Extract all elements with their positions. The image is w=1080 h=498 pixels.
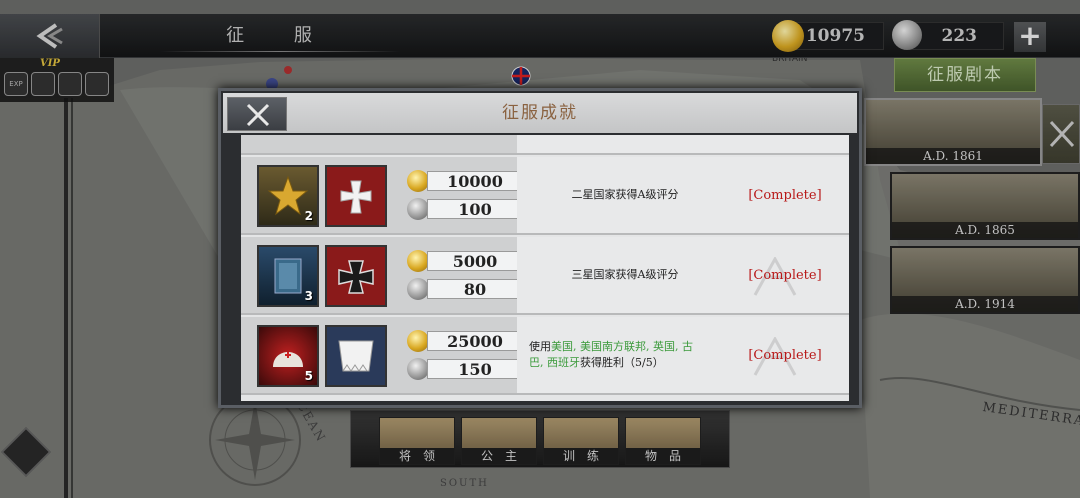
description-suffix: 获得胜利（5/5） — [580, 356, 664, 369]
close-icon — [246, 103, 270, 127]
achievement-description: 三星国家获得A级评分 — [571, 268, 679, 281]
achievement-row-partial — [241, 135, 849, 155]
item-count: 2 — [304, 209, 313, 223]
iron-cross-medal-icon[interactable] — [325, 245, 387, 307]
reward-area: 2 10000 100 — [241, 157, 523, 233]
reward-area: 5 25000 150 — [241, 317, 523, 393]
achievement-row: 5 25000 150 使用美国, 美国南方联邦, 英国, 古巴, 西班牙获得胜… — [241, 317, 849, 395]
gold-coin-icon — [407, 250, 429, 272]
uniform-item-icon[interactable] — [325, 325, 387, 387]
achievement-status[interactable]: [Complete] — [725, 157, 845, 233]
description-prefix: 使用 — [529, 340, 551, 353]
gold-coin-icon — [407, 170, 429, 192]
achievement-row: 3 5000 80 三星国家获得A级评分 [Complete] — [241, 237, 849, 315]
description-area: 使用美国, 美国南方联邦, 英国, 古巴, 西班牙获得胜利（5/5） [Comp… — [517, 317, 849, 393]
gold-coin-icon — [407, 330, 429, 352]
conquest-achievements-dialog: 征服成就 2 10000 100 二星国家获得A级评分 [Complete] 3… — [218, 88, 862, 408]
gold-reward: 5000 — [427, 251, 523, 271]
close-button[interactable] — [227, 97, 287, 131]
book-item-icon[interactable]: 3 — [257, 245, 319, 307]
red-cross-medal-icon[interactable] — [325, 165, 387, 227]
gold-medal-item-icon[interactable]: 2 — [257, 165, 319, 227]
medical-helmet-item-icon[interactable]: 5 — [257, 325, 319, 387]
achievement-list[interactable]: 2 10000 100 二星国家获得A级评分 [Complete] 3 5000… — [241, 135, 849, 401]
dialog-title: 征服成就 — [502, 103, 578, 123]
achievement-description: 使用美国, 美国南方联邦, 英国, 古巴, 西班牙获得胜利（5/5） — [525, 317, 705, 393]
item-count: 3 — [304, 289, 313, 303]
dialog-header: 征服成就 — [223, 93, 857, 133]
gold-reward: 10000 — [427, 171, 523, 191]
medal-coin-icon — [407, 358, 429, 380]
achievement-description: 二星国家获得A级评分 — [571, 188, 679, 201]
medal-reward: 150 — [427, 359, 523, 379]
achievement-status[interactable]: [Complete] — [725, 237, 845, 313]
description-area: 三星国家获得A级评分 [Complete] — [517, 237, 849, 313]
achievement-row: 2 10000 100 二星国家获得A级评分 [Complete] — [241, 157, 849, 235]
achievement-status[interactable]: [Complete] — [725, 317, 845, 393]
medal-coin-icon — [407, 278, 429, 300]
medal-coin-icon — [407, 198, 429, 220]
description-area: 二星国家获得A级评分 [Complete] — [517, 157, 849, 233]
gold-reward: 25000 — [427, 331, 523, 351]
reward-area: 3 5000 80 — [241, 237, 523, 313]
medal-reward: 100 — [427, 199, 523, 219]
medal-reward: 80 — [427, 279, 523, 299]
item-count: 5 — [304, 369, 313, 383]
